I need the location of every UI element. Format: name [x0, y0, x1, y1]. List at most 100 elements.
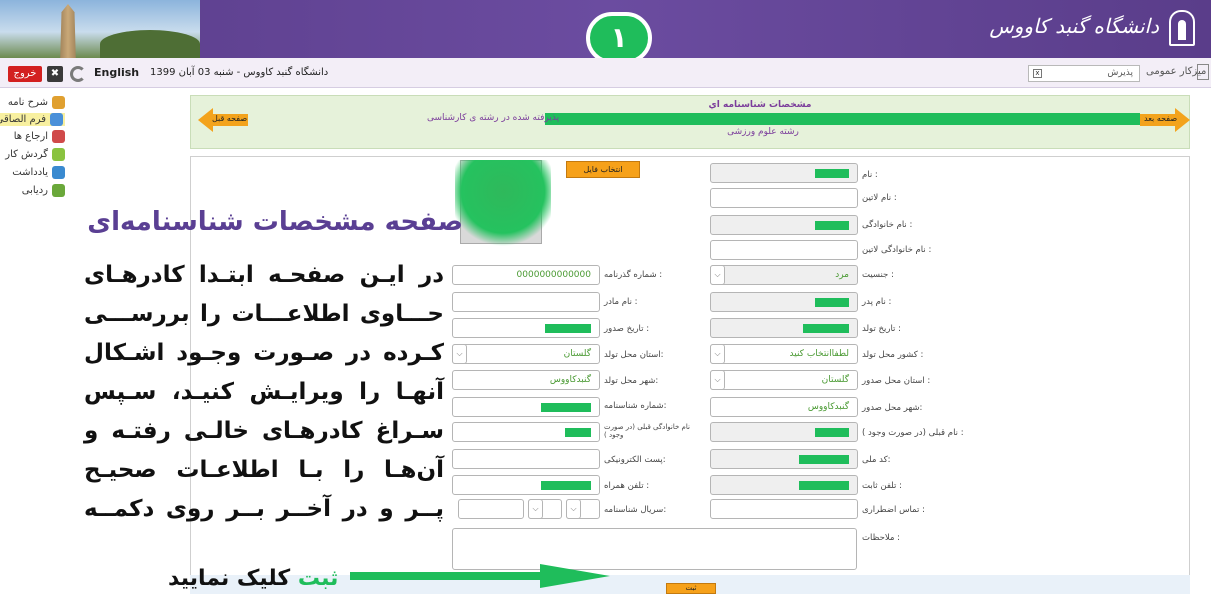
redaction-box: [815, 169, 849, 178]
landline-input[interactable]: [710, 475, 858, 495]
overlay-line: آنهـا را ویرایـش کنیـد، سـپس: [84, 379, 444, 405]
birth-date-input[interactable]: [710, 318, 858, 338]
field-of-study: رشته علوم ورزشی: [727, 127, 799, 137]
redacted-name-bar: [545, 113, 1140, 125]
previous-last-name-input[interactable]: [452, 422, 600, 442]
passport-input[interactable]: 0000000000000: [452, 265, 600, 285]
choose-file-button[interactable]: انتخاب فایل: [566, 161, 640, 178]
sidebar-item-workflow[interactable]: گردش کار: [5, 148, 65, 161]
sidebar-item-letter[interactable]: شرح نامه: [8, 96, 65, 109]
sidebar-item-form[interactable]: فرم الصاقی: [0, 113, 65, 126]
sidebar-item-notes[interactable]: یادداشت: [12, 166, 65, 179]
banner-title: مشخصات شناسنامه اي: [708, 100, 812, 110]
sidebar-item-referrals[interactable]: ارجاع ها: [14, 130, 65, 143]
mother-name-input[interactable]: [452, 292, 600, 312]
sidebar-item-label: یادداشت: [12, 167, 48, 178]
field-label-issue-province: استان محل صدور :: [862, 376, 931, 386]
field-label-issue-date: تاریخ صدور :: [604, 324, 650, 334]
email-input[interactable]: [452, 449, 600, 469]
national-code-input[interactable]: [710, 449, 858, 469]
guide-arrow-icon: [350, 564, 610, 588]
birth-city-input[interactable]: گنبدکاووس: [452, 370, 600, 390]
form-icon: [50, 113, 63, 126]
step-badge: ۱: [586, 12, 652, 64]
chevron-down-icon[interactable]: ⌵: [710, 344, 725, 364]
field-label-birth-province: استان محل تولد:: [604, 350, 664, 360]
photo-redaction: [455, 160, 551, 250]
date-text: دانشگاه گنبد کاووس - شنبه 03 آبان 1399: [150, 67, 329, 78]
field-label-emergency: تماس اضطراری :: [862, 505, 925, 515]
field-label-issue-city: شهر محل صدور:: [862, 403, 923, 413]
english-link[interactable]: English: [94, 66, 139, 79]
refer-icon: [52, 130, 65, 143]
sidebar-item-label: گردش کار: [5, 149, 48, 160]
last-name-input[interactable]: [710, 215, 858, 235]
redaction-box: [815, 221, 849, 230]
field-label-birth-country: کشور محل تولد :: [862, 350, 924, 360]
submit-button[interactable]: ثبت: [666, 583, 716, 594]
latin-last-name-input[interactable]: [710, 240, 858, 260]
redaction-box: [541, 403, 591, 412]
field-label-first-name: نام :: [862, 170, 878, 180]
sidebar-item-label: شرح نامه: [7, 97, 48, 108]
redaction-box: [541, 481, 591, 490]
field-label-id-serial: سریال شناسنامه:: [604, 505, 667, 515]
overlay-last-line: ثبت کلیک نمایید: [168, 566, 338, 591]
home-icon[interactable]: [1197, 64, 1209, 80]
id-number-input[interactable]: [452, 397, 600, 417]
overlay-last-text: کلیک نمایید: [168, 566, 291, 591]
id-serial-part-3[interactable]: [458, 499, 524, 519]
module-search-input[interactable]: x پذیرش: [1028, 65, 1140, 82]
issue-date-input[interactable]: [452, 318, 600, 338]
tracking-icon: [52, 184, 65, 197]
field-label-previous-name: نام قبلی (در صورت وجود ) :: [862, 428, 964, 438]
field-label-latin-name: نام لاتین :: [862, 193, 897, 203]
father-name-input[interactable]: [710, 292, 858, 312]
birth-province-select[interactable]: گلستان: [452, 344, 600, 364]
chevron-down-icon[interactable]: ⌵: [566, 499, 581, 519]
redaction-box: [815, 298, 849, 307]
overlay-line: حـــاوی اطلاعـــات را بررســـی: [84, 301, 444, 327]
close-icon[interactable]: ✖: [47, 66, 63, 82]
field-label-father-name: نام پدر :: [862, 297, 892, 307]
exit-button[interactable]: خروج: [8, 66, 42, 82]
redaction-box: [815, 428, 849, 437]
workflow-icon: [52, 148, 65, 161]
issue-province-select[interactable]: گلستان: [710, 370, 858, 390]
clear-icon[interactable]: x: [1033, 69, 1042, 78]
issue-city-input[interactable]: گنبدکاووس: [710, 397, 858, 417]
chevron-down-icon[interactable]: ⌵: [710, 265, 725, 285]
field-label-national-code: کد ملی:: [862, 455, 891, 465]
refresh-icon[interactable]: [70, 66, 86, 82]
birth-country-select[interactable]: لطفاانتخاب کنید: [710, 344, 858, 364]
field-label-mobile: تلفن همراه :: [604, 481, 650, 491]
overlay-line: در ایـن صفحـه ابتـدا کادرهـای: [84, 262, 444, 288]
field-label-birth-date: تاریخ تولد :: [862, 324, 902, 334]
sidebar-item-label: فرم الصاقی: [0, 114, 46, 125]
mobile-input[interactable]: [452, 475, 600, 495]
sidebar-item-label: ردیابی: [21, 185, 48, 196]
latin-name-input[interactable]: [710, 188, 858, 208]
field-label-landline: تلفن ثابت :: [862, 481, 902, 491]
field-label-previous-last-name: نام خانوادگی قبلی (در صورت وجود ): [604, 423, 690, 439]
field-label-id-number: شماره شناسنامه:: [604, 401, 667, 411]
trees-image: [100, 30, 200, 58]
field-label-latin-last-name: نام خانوادگی لاتین :: [862, 245, 932, 255]
field-label-passport: شماره گذرنامه :: [604, 270, 663, 280]
field-label-mother-name: نام مادر :: [604, 297, 638, 307]
note-icon: [52, 166, 65, 179]
overlay-line: پــر و در آخــر بــر روی دکمــه: [84, 496, 444, 522]
overlay-submit-word: ثبت: [297, 566, 339, 591]
chevron-down-icon[interactable]: ⌵: [710, 370, 725, 390]
field-label-email: پست الکترونیکی:: [604, 455, 666, 465]
first-name-input[interactable]: [710, 163, 858, 183]
chevron-down-icon[interactable]: ⌵: [528, 499, 543, 519]
gender-select[interactable]: مرد: [710, 265, 858, 285]
sidebar-item-tracking[interactable]: ردیابی: [22, 184, 65, 197]
redaction-box: [799, 455, 849, 464]
chevron-down-icon[interactable]: ⌵: [452, 344, 467, 364]
previous-name-input[interactable]: [710, 422, 858, 442]
field-label-last-name: نام خانوادگی :: [862, 220, 913, 230]
emergency-contact-input[interactable]: [710, 499, 858, 519]
field-label-birth-city: شهر محل تولد:: [604, 376, 659, 386]
